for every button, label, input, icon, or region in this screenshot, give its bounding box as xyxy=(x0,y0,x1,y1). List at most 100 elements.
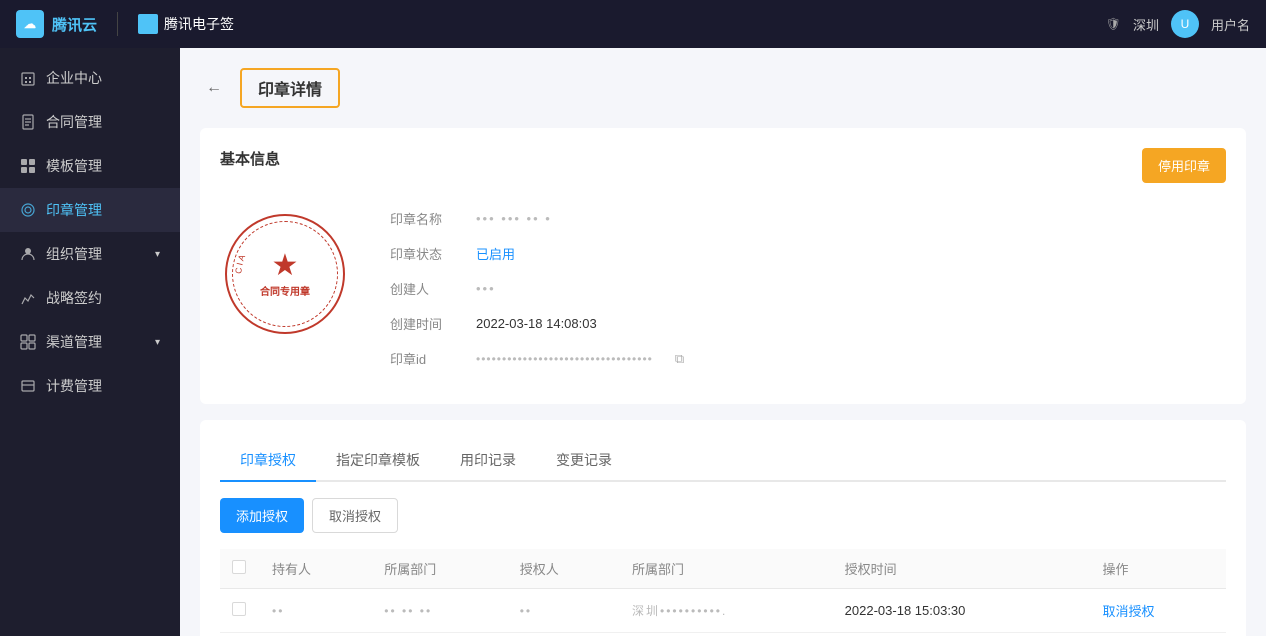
action-cell[interactable]: 取消授权 xyxy=(1091,589,1226,633)
sidebar-item-seal[interactable]: 印章管理 xyxy=(0,188,180,232)
sidebar-item-contract[interactable]: 合同管理 xyxy=(0,100,180,144)
row-checkbox-cell[interactable] xyxy=(220,589,260,633)
dept2-value: 深圳••••••••••. xyxy=(632,604,727,618)
status-label: 印章状态 xyxy=(390,244,460,263)
dept2-cell: 深圳••••••••••. xyxy=(620,589,833,633)
basic-info-card: 基本信息 停用印章 ★ 合同专用章 CIA xyxy=(200,128,1246,404)
auth-time-cell: 2022-03-18 15:03:30 xyxy=(833,589,1091,633)
content-area: ← 印章详情 基本信息 停用印章 ★ 合同专用章 xyxy=(180,48,1266,636)
main-layout: 企业中心 合同管理 模板管理 印章管理 组织管理 ▾ 战略签约 渠道管理 ▾ xyxy=(0,48,1266,636)
col-dept2: 所属部门 xyxy=(620,549,833,589)
strategy-icon xyxy=(20,290,36,306)
svg-text:CIA: CIA xyxy=(233,251,248,274)
tencent-cloud-label: 腾讯云 xyxy=(52,14,97,35)
id-field-row: 印章id •••••••••••••••••••••••••••••••••• … xyxy=(390,349,1226,368)
tab-usage[interactable]: 用印记录 xyxy=(440,440,536,482)
page-title: 印章详情 xyxy=(240,68,340,108)
id-value: •••••••••••••••••••••••••••••••••• xyxy=(476,352,653,366)
seal-icon xyxy=(20,202,36,218)
create-time-label: 创建时间 xyxy=(390,314,460,333)
col-authorizer: 授权人 xyxy=(508,549,620,589)
tabs: 印章授权 指定印章模板 用印记录 变更记录 xyxy=(220,440,1226,482)
page-header: ← 印章详情 xyxy=(200,68,1246,108)
sidebar-item-strategy[interactable]: 战略签约 xyxy=(0,276,180,320)
copy-icon[interactable]: ⧉ xyxy=(675,351,684,367)
select-all-checkbox[interactable] xyxy=(232,560,246,574)
tab-template[interactable]: 指定印章模板 xyxy=(316,440,440,482)
dept1-cell: •• •• •• xyxy=(372,589,507,633)
create-time-value: 2022-03-18 14:08:03 xyxy=(476,316,597,331)
creator-value: ••• xyxy=(476,281,496,296)
sidebar-item-enterprise[interactable]: 企业中心 xyxy=(0,56,180,100)
file-icon xyxy=(20,114,36,130)
stop-seal-button[interactable]: 停用印章 xyxy=(1142,148,1226,183)
brand-icon xyxy=(138,14,158,34)
sidebar-item-template[interactable]: 模板管理 xyxy=(0,144,180,188)
section-title: 基本信息 xyxy=(220,148,280,169)
grid-icon xyxy=(20,158,36,174)
add-auth-button[interactable]: 添加授权 xyxy=(220,498,304,533)
col-dept1: 所属部门 xyxy=(372,549,507,589)
table-row: •• •• •• •• •• 深圳••••••••••. 2022-03-18 xyxy=(220,589,1226,633)
back-button[interactable]: ← xyxy=(200,74,228,102)
info-layout: ★ 合同专用章 CIA xyxy=(220,209,1226,384)
table-body: •• •• •• •• •• 深圳••••••••••. 2022-03-18 xyxy=(220,589,1226,633)
sidebar-item-billing[interactable]: 计费管理 xyxy=(0,364,180,408)
sidebar-item-org[interactable]: 组织管理 ▾ xyxy=(0,232,180,276)
avatar[interactable]: U xyxy=(1171,10,1199,38)
topbar-right: 🛡 深圳 U 用户名 xyxy=(1106,10,1250,38)
chevron-down-icon: ▾ xyxy=(155,337,160,348)
auth-card: 印章授权 指定印章模板 用印记录 变更记录 添加授权 取消授权 持有人 xyxy=(200,420,1246,636)
sidebar-label: 渠道管理 xyxy=(46,332,102,352)
stamp-star: ★ xyxy=(272,251,299,281)
revoke-auth-button[interactable]: 取消授权 xyxy=(312,498,398,533)
name-label: 印章名称 xyxy=(390,209,460,228)
building-icon xyxy=(20,70,36,86)
col-action: 操作 xyxy=(1091,549,1226,589)
logo[interactable]: ☁ 腾讯云 xyxy=(16,10,97,38)
tencent-cloud-icon: ☁ xyxy=(16,10,44,38)
stamp-content: ★ 合同专用章 xyxy=(260,251,310,298)
select-all-header[interactable] xyxy=(220,549,260,589)
sidebar-label: 模板管理 xyxy=(46,156,102,176)
sidebar-label: 组织管理 xyxy=(46,244,102,264)
info-fields: 印章名称 ••• ••• •• • 印章状态 已启用 创建人 ••• 创建时间 … xyxy=(390,209,1226,384)
auth-time-value: 2022-03-18 15:03:30 xyxy=(845,603,966,618)
status-field-row: 印章状态 已启用 xyxy=(390,244,1226,263)
sidebar-label: 印章管理 xyxy=(46,200,102,220)
table-header: 持有人 所属部门 授权人 所属部门 授权时间 操作 xyxy=(220,549,1226,589)
action-row: 添加授权 取消授权 xyxy=(220,498,1226,533)
sidebar-item-channel[interactable]: 渠道管理 ▾ xyxy=(0,320,180,364)
revoke-link[interactable]: 取消授权 xyxy=(1103,604,1155,619)
sidebar-label: 企业中心 xyxy=(46,68,102,88)
tab-change[interactable]: 变更记录 xyxy=(536,440,632,482)
name-field-row: 印章名称 ••• ••• •• • xyxy=(390,209,1226,228)
chevron-down-icon: ▾ xyxy=(155,249,160,260)
sidebar-label: 战略签约 xyxy=(46,288,102,308)
stamp-label: 合同专用章 xyxy=(260,283,310,298)
topbar-divider xyxy=(117,12,118,36)
brand-label: 腾讯电子签 xyxy=(164,14,234,34)
channel-icon xyxy=(20,334,36,350)
group-icon xyxy=(20,246,36,262)
stamp-image: ★ 合同专用章 CIA xyxy=(225,214,345,334)
creator-label: 创建人 xyxy=(390,279,460,298)
id-label: 印章id xyxy=(390,349,460,368)
sidebar: 企业中心 合同管理 模板管理 印章管理 组织管理 ▾ 战略签约 渠道管理 ▾ xyxy=(0,48,180,636)
status-value: 已启用 xyxy=(476,244,515,263)
billing-icon xyxy=(20,378,36,394)
stamp-area: ★ 合同专用章 CIA xyxy=(220,209,350,339)
sidebar-label: 合同管理 xyxy=(46,112,102,132)
topbar: ☁ 腾讯云 腾讯电子签 🛡 深圳 U 用户名 xyxy=(0,0,1266,48)
location-text: 深圳 xyxy=(1133,15,1159,34)
dept1-value: •• •• •• xyxy=(384,604,432,618)
holder-value: •• xyxy=(272,604,284,618)
row-checkbox[interactable] xyxy=(232,602,246,616)
col-holder: 持有人 xyxy=(260,549,372,589)
authorizer-value: •• xyxy=(520,604,532,618)
create-time-field-row: 创建时间 2022-03-18 14:08:03 xyxy=(390,314,1226,333)
tab-auth[interactable]: 印章授权 xyxy=(220,440,316,482)
col-auth-time: 授权时间 xyxy=(833,549,1091,589)
creator-field-row: 创建人 ••• xyxy=(390,279,1226,298)
user-name: 用户名 xyxy=(1211,15,1250,34)
